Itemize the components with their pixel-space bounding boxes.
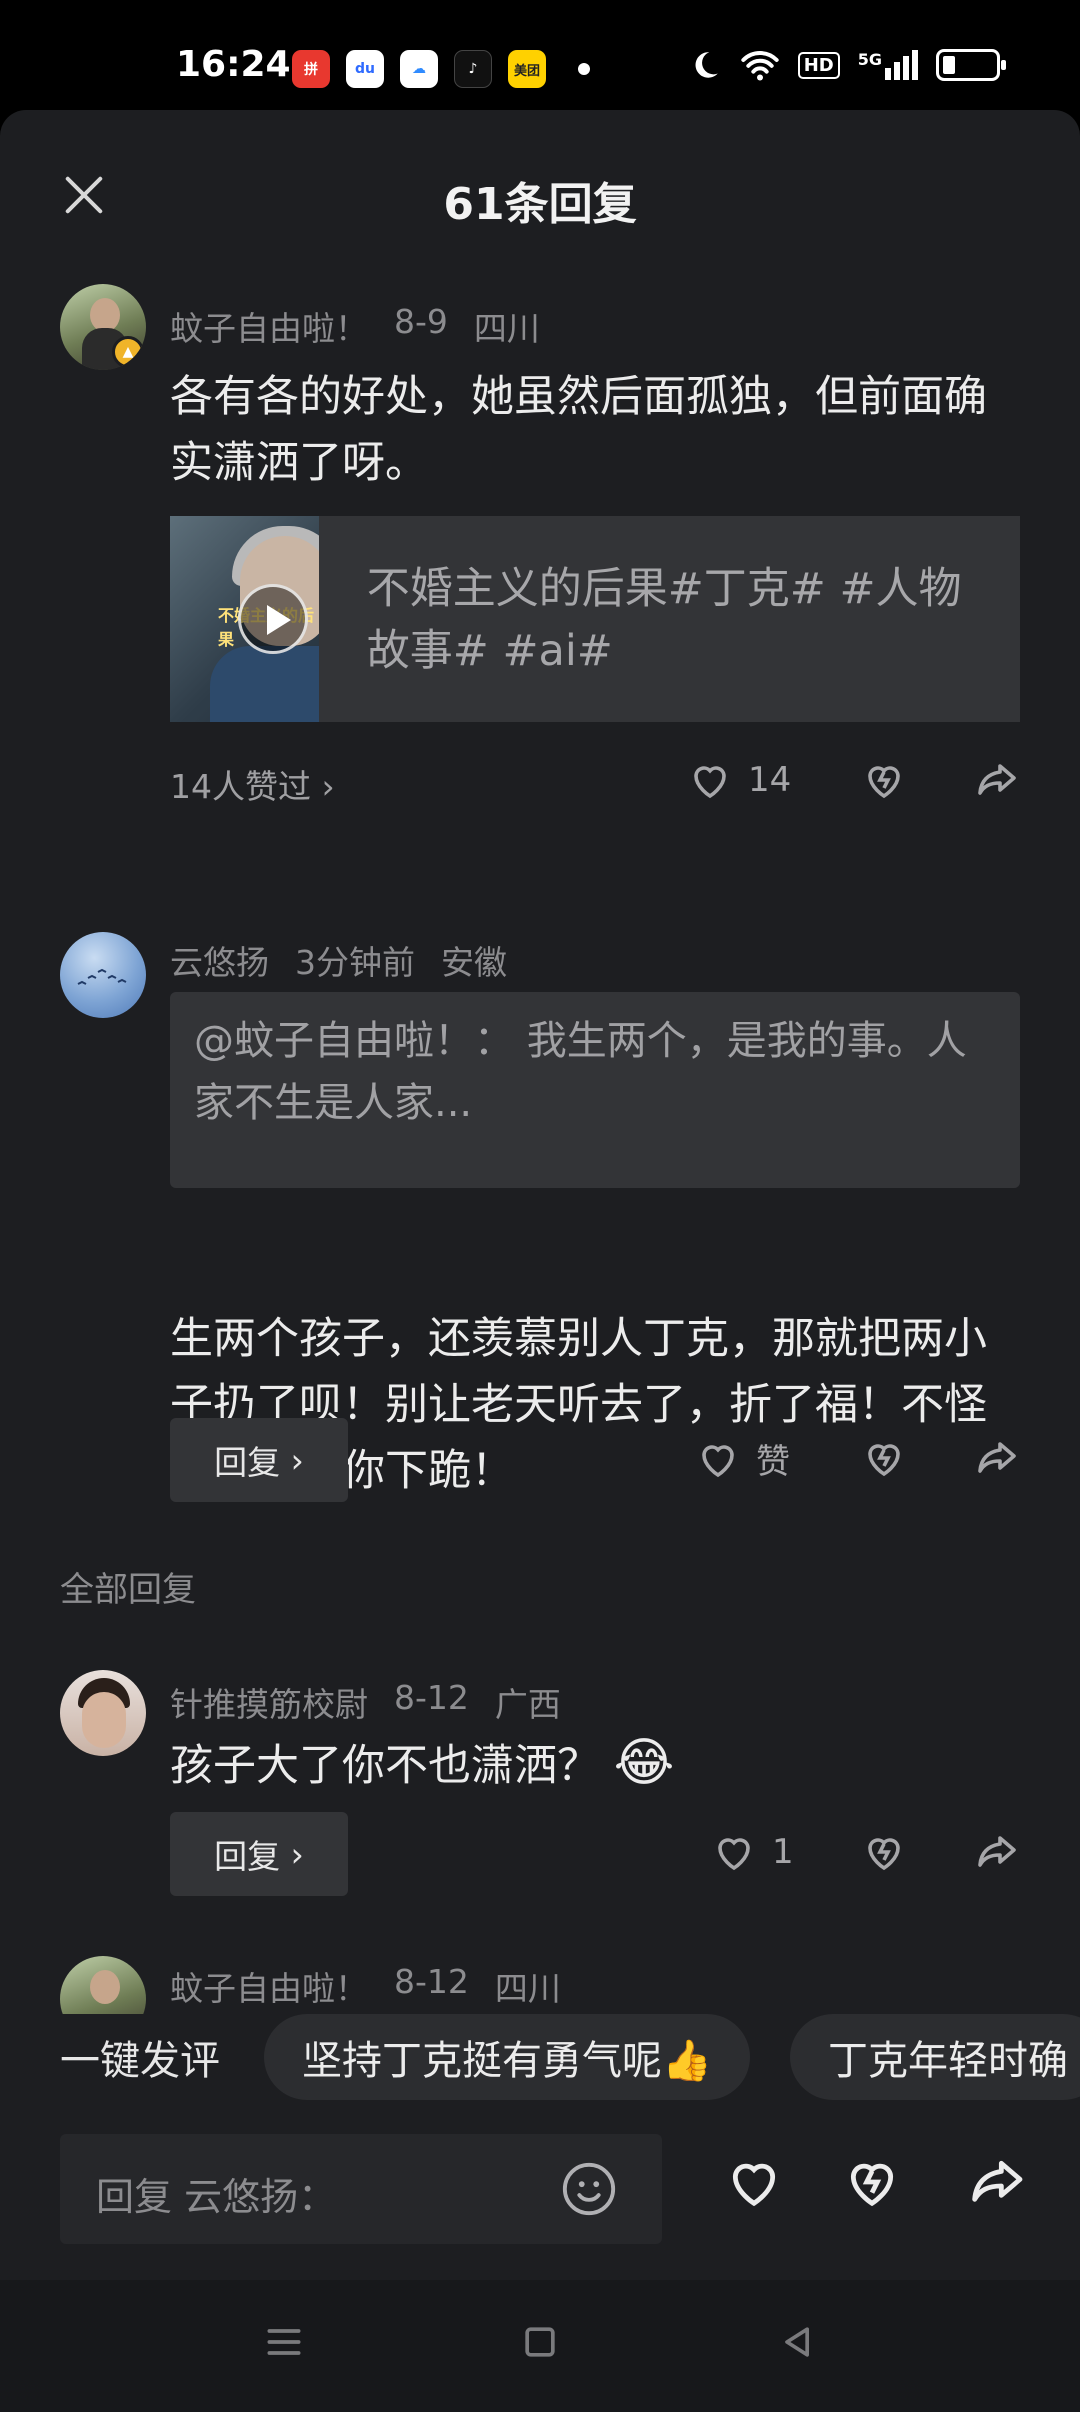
share-icon — [978, 1442, 1016, 1473]
system-status: HD 5G — [688, 48, 1006, 82]
username[interactable]: 云悠扬 — [170, 936, 269, 984]
quick-reply-label: 一键发评 — [60, 2038, 220, 2084]
panel-title: 61条回复 — [443, 179, 637, 230]
like-label: 赞 — [756, 1442, 790, 1482]
baidu-netdisk-icon: ☁ — [400, 50, 438, 88]
dislike-button[interactable] — [860, 756, 908, 804]
quoted-comment[interactable]: @蚊子自由啦！： 我生两个，是我的事。人家不生是人家... — [170, 992, 1020, 1188]
comment-meta: 云悠扬 3分钟前 安徽 — [170, 936, 507, 984]
broken-heart-icon — [868, 1838, 900, 1871]
share-button[interactable] — [972, 1828, 1020, 1876]
reply-input[interactable]: 回复 云悠扬： — [60, 2134, 662, 2244]
hd-icon: HD — [797, 51, 840, 79]
heart-icon — [702, 1444, 734, 1477]
replies-panel: 61条回复 ▲ 蚊子自由啦！ 8-9 四川 各有各的好处，她虽然后面孤独，但前面… — [0, 110, 1080, 2280]
quick-reply-bar: 一键发评 坚持丁克挺有勇气呢👍 丁克年轻时确 — [0, 2014, 1080, 2110]
comment-meta: 蚊子自由啦！ 8-9 四川 — [170, 302, 540, 350]
home-icon[interactable] — [518, 2320, 562, 2364]
chevron-right-icon: › — [290, 1440, 304, 1480]
heart-icon — [694, 766, 726, 799]
share-icon[interactable] — [964, 2150, 1028, 2214]
reply-button-label: 回复 — [214, 1837, 281, 1876]
like-count: 1 — [772, 1832, 794, 1872]
moon-icon — [695, 52, 718, 78]
reply-2-actions: 回复 › 1 — [170, 1812, 1020, 1896]
battery-icon — [936, 49, 1006, 81]
baidu-icon: du — [346, 50, 384, 88]
share-button[interactable] — [972, 756, 1020, 804]
comment-location: 四川 — [494, 1969, 561, 2008]
video-title: 不婚主义的后果#丁克# #人物故事# #ai# — [366, 564, 962, 676]
avatar[interactable] — [60, 932, 146, 1018]
comment-date: 8-12 — [394, 1678, 469, 1717]
username[interactable]: 蚊子自由啦！ — [170, 1962, 368, 2010]
chevron-right-icon: › — [321, 767, 335, 806]
video-card[interactable]: 不婚主义的后果 不婚主义的后果#丁克# #人物故事# #ai# — [170, 516, 1020, 722]
reply-input-placeholder: 回复 云悠扬： — [96, 2175, 337, 2219]
comment-location: 四川 — [473, 309, 540, 348]
pinduoduo-icon: 拼 — [292, 50, 330, 88]
more-notifications-dot — [578, 63, 590, 75]
share-icon — [978, 1836, 1016, 1867]
reply-button-label: 回复 — [214, 1443, 281, 1482]
chevron-right-icon: › — [290, 1834, 304, 1874]
broken-heart-icon — [868, 1444, 900, 1477]
comment-location: 广西 — [494, 1685, 561, 1724]
system-nav-bar — [0, 2280, 1080, 2412]
status-bar: 16:24 拼 du ☁ ♪ 美团 HD 5G — [0, 0, 1080, 110]
emoji-icon[interactable] — [560, 2160, 618, 2218]
all-replies-label: 全部回复 — [60, 1570, 196, 1610]
reply-comment-actions: 回复 › 赞 — [170, 1418, 1020, 1502]
badge-icon: ▲ — [112, 336, 144, 368]
dislike-button[interactable] — [860, 1434, 908, 1482]
likers-label: 14人赞过 — [170, 767, 311, 806]
play-icon[interactable] — [238, 584, 308, 654]
like-button[interactable]: 赞 — [694, 1434, 790, 1483]
username[interactable]: 蚊子自由啦！ — [170, 302, 368, 350]
broken-heart-icon — [868, 766, 900, 799]
avatar[interactable] — [60, 1670, 146, 1756]
avatar[interactable]: ▲ — [60, 284, 146, 370]
comment-text-content: 孩子大了你不也潇洒？ — [170, 1741, 600, 1791]
reply-button[interactable]: 回复 › — [170, 1418, 348, 1502]
comment-time: 3分钟前 — [295, 943, 415, 982]
tiktok-icon: ♪ — [454, 50, 492, 88]
broken-heart-icon[interactable] — [840, 2150, 904, 2214]
heart-icon[interactable] — [722, 2150, 786, 2214]
reply-input-bar: 回复 云悠扬： — [0, 2120, 1080, 2280]
comment-text: 各有各的好处，她虽然后面孤独，但前面确实潇洒了呀。 — [170, 372, 987, 488]
like-button[interactable]: 1 — [710, 1828, 794, 1876]
dislike-button[interactable] — [860, 1828, 908, 1876]
quick-reply-chip[interactable]: 坚持丁克挺有勇气呢👍 — [264, 2014, 750, 2100]
video-thumbnail[interactable]: 不婚主义的后果 — [170, 516, 319, 722]
main-comment-actions: 14人赞过 › 14 — [170, 750, 1020, 820]
comment-meta: 蚊子自由啦！ 8-12 四川 — [170, 1962, 561, 2010]
like-count: 14 — [748, 760, 792, 800]
comment-date: 8-12 — [394, 1962, 469, 2001]
notification-icons: 拼 du ☁ ♪ 美团 — [292, 50, 590, 88]
comment-meta: 针推摸筋校尉 8-12 广西 — [170, 1678, 561, 1726]
reply-button[interactable]: 回复 › — [170, 1812, 348, 1896]
username[interactable]: 针推摸筋校尉 — [170, 1678, 368, 1726]
status-time: 16:24 — [176, 44, 291, 85]
share-icon — [978, 764, 1016, 795]
back-icon[interactable] — [776, 2320, 820, 2364]
like-button[interactable]: 14 — [686, 756, 791, 804]
comment-location: 安徽 — [441, 943, 507, 982]
share-button[interactable] — [972, 1434, 1020, 1482]
comment-text: 孩子大了你不也潇洒？ 😂 — [170, 1730, 1000, 1799]
signal-icon: 5G — [858, 50, 918, 80]
likers-link[interactable]: 14人赞过 › — [170, 760, 335, 808]
birds-avatar-graphic — [77, 968, 127, 985]
menu-icon[interactable] — [262, 2320, 306, 2364]
meituan-icon: 美团 — [508, 50, 546, 88]
wifi-icon — [741, 51, 779, 81]
comment-date: 8-9 — [394, 302, 448, 341]
heart-icon — [718, 1838, 750, 1871]
quick-reply-chip[interactable]: 丁克年轻时确 — [790, 2014, 1080, 2100]
laughing-emoji: 😂 — [613, 1733, 675, 1793]
